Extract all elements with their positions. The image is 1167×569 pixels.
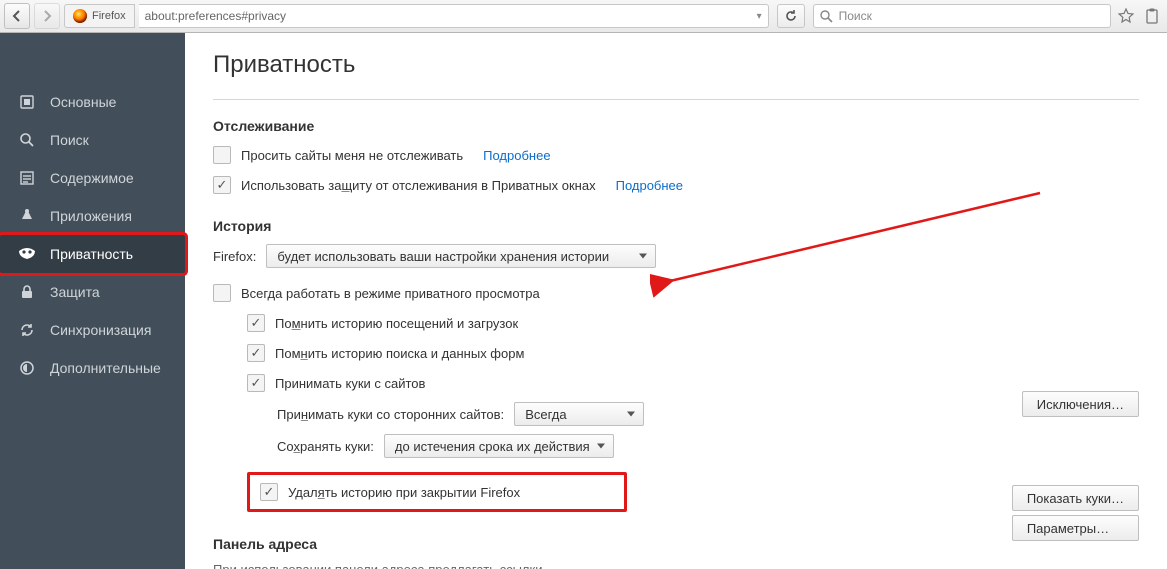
label-firefox-will: Firefox: [213, 249, 256, 264]
label-clear-on-close: Удалять историю при закрытии Firefox [288, 485, 520, 500]
applications-icon [18, 208, 36, 224]
select-history-mode-value: будет использовать ваши настройки хранен… [277, 249, 609, 264]
button-exceptions[interactable]: Исключения… [1022, 391, 1139, 417]
label-keep-until: Сохранять куки: [277, 439, 374, 454]
reload-button[interactable] [777, 4, 805, 28]
label-accept-cookies: Принимать куки с сайтов [275, 376, 425, 391]
sidebar-label: Основные [50, 94, 116, 110]
checkbox-remember-browsing[interactable] [247, 314, 265, 332]
search-bar[interactable]: Поиск [813, 4, 1111, 28]
sidebar-item-sync[interactable]: Синхронизация [0, 311, 185, 349]
checkbox-dnt[interactable] [213, 146, 231, 164]
search-icon [18, 132, 36, 148]
sidebar-item-privacy[interactable]: Приватность [0, 235, 185, 273]
search-placeholder: Поиск [839, 9, 872, 23]
checkbox-clear-on-close[interactable] [260, 483, 278, 501]
firefox-icon [73, 9, 87, 23]
label-third-party: Принимать куки со сторонних сайтов: [277, 407, 504, 422]
identity-label: Firefox [92, 10, 126, 22]
locationbar-sub: При использовании панели адреса предлага… [213, 562, 1139, 569]
preferences-sidebar: Основные Поиск Содержимое Приложения При… [0, 33, 185, 569]
link-dnt-more[interactable]: Подробнее [483, 148, 550, 163]
privacy-mask-icon [18, 246, 36, 262]
link-tp-more[interactable]: Подробнее [616, 178, 683, 193]
section-tracking-title: Отслеживание [213, 118, 1139, 134]
label-remember-search: Помнить историю поиска и данных форм [275, 346, 524, 361]
general-icon [18, 94, 36, 110]
select-third-party-value: Всегда [525, 407, 566, 422]
checkbox-remember-search[interactable] [247, 344, 265, 362]
checkbox-accept-cookies[interactable] [247, 374, 265, 392]
button-show-cookies[interactable]: Показать куки… [1012, 485, 1139, 511]
url-text: about:preferences#privacy [145, 9, 286, 23]
sidebar-item-general[interactable]: Основные [0, 83, 185, 121]
highlight-clear-on-close: Удалять историю при закрытии Firefox [247, 472, 627, 512]
select-keep-until-value: до истечения срока их действия [395, 439, 590, 454]
page-title: Приватность [213, 51, 1139, 79]
label-remember-browsing: Помнить историю посещений и загрузок [275, 316, 518, 331]
sidebar-item-advanced[interactable]: Дополнительные [0, 349, 185, 387]
select-history-mode[interactable]: будет использовать ваши настройки хранен… [266, 244, 656, 268]
identity-box[interactable]: Firefox [64, 4, 135, 28]
forward-button[interactable] [34, 3, 60, 29]
sidebar-item-content[interactable]: Содержимое [0, 159, 185, 197]
sidebar-label: Синхронизация [50, 322, 151, 338]
button-clear-settings[interactable]: Параметры… [1012, 515, 1139, 541]
sidebar-label: Приложения [50, 208, 132, 224]
label-tracking-protection: Использовать защиту от отслеживания в Пр… [241, 178, 596, 193]
preferences-content: Приватность Отслеживание Просить сайты м… [185, 33, 1167, 569]
sidebar-item-security[interactable]: Защита [0, 273, 185, 311]
select-keep-until[interactable]: до истечения срока их действия [384, 434, 614, 458]
select-third-party[interactable]: Всегда [514, 402, 644, 426]
advanced-icon [18, 360, 36, 376]
sidebar-label: Защита [50, 284, 100, 300]
label-dnt: Просить сайты меня не отслеживать [241, 148, 463, 163]
checkbox-tracking-protection[interactable] [213, 176, 231, 194]
sidebar-label: Поиск [50, 132, 89, 148]
search-icon [820, 10, 833, 23]
section-locationbar-title: Панель адреса [213, 536, 1139, 552]
label-always-private: Всегда работать в режиме приватного прос… [241, 286, 540, 301]
bookmark-star-icon[interactable] [1115, 8, 1137, 24]
browser-toolbar: Firefox about:preferences#privacy ▾ Поис… [0, 0, 1167, 33]
sidebar-label: Содержимое [50, 170, 134, 186]
sidebar-item-applications[interactable]: Приложения [0, 197, 185, 235]
divider [213, 99, 1139, 100]
clipboard-icon[interactable] [1141, 8, 1163, 24]
sidebar-label: Дополнительные [50, 360, 161, 376]
urlbar-dropdown-icon[interactable]: ▾ [757, 11, 762, 22]
sync-icon [18, 322, 36, 338]
lock-icon [18, 284, 36, 300]
sidebar-label: Приватность [50, 246, 133, 262]
back-button[interactable] [4, 3, 30, 29]
section-history-title: История [213, 218, 1139, 234]
url-bar[interactable]: about:preferences#privacy ▾ [139, 4, 769, 28]
sidebar-item-search[interactable]: Поиск [0, 121, 185, 159]
content-icon [18, 170, 36, 186]
checkbox-always-private[interactable] [213, 284, 231, 302]
